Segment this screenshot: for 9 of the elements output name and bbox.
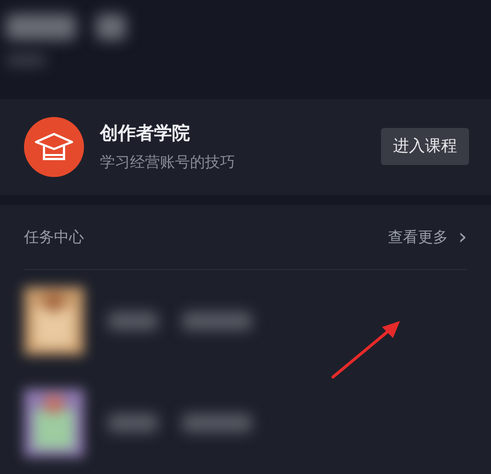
academy-title: 创作者学院 bbox=[100, 122, 191, 146]
arrow-annotation bbox=[330, 318, 402, 380]
graduation-cap-icon bbox=[24, 116, 84, 177]
redacted-text bbox=[6, 14, 76, 40]
view-more-link[interactable]: 查看更多 › bbox=[388, 224, 467, 250]
academy-subtitle: 学习经营账号的技巧 bbox=[100, 153, 236, 172]
enter-course-button[interactable]: 进入课程 bbox=[381, 128, 469, 166]
redacted-text bbox=[96, 14, 126, 40]
section-title: 任务中心 bbox=[24, 228, 84, 246]
